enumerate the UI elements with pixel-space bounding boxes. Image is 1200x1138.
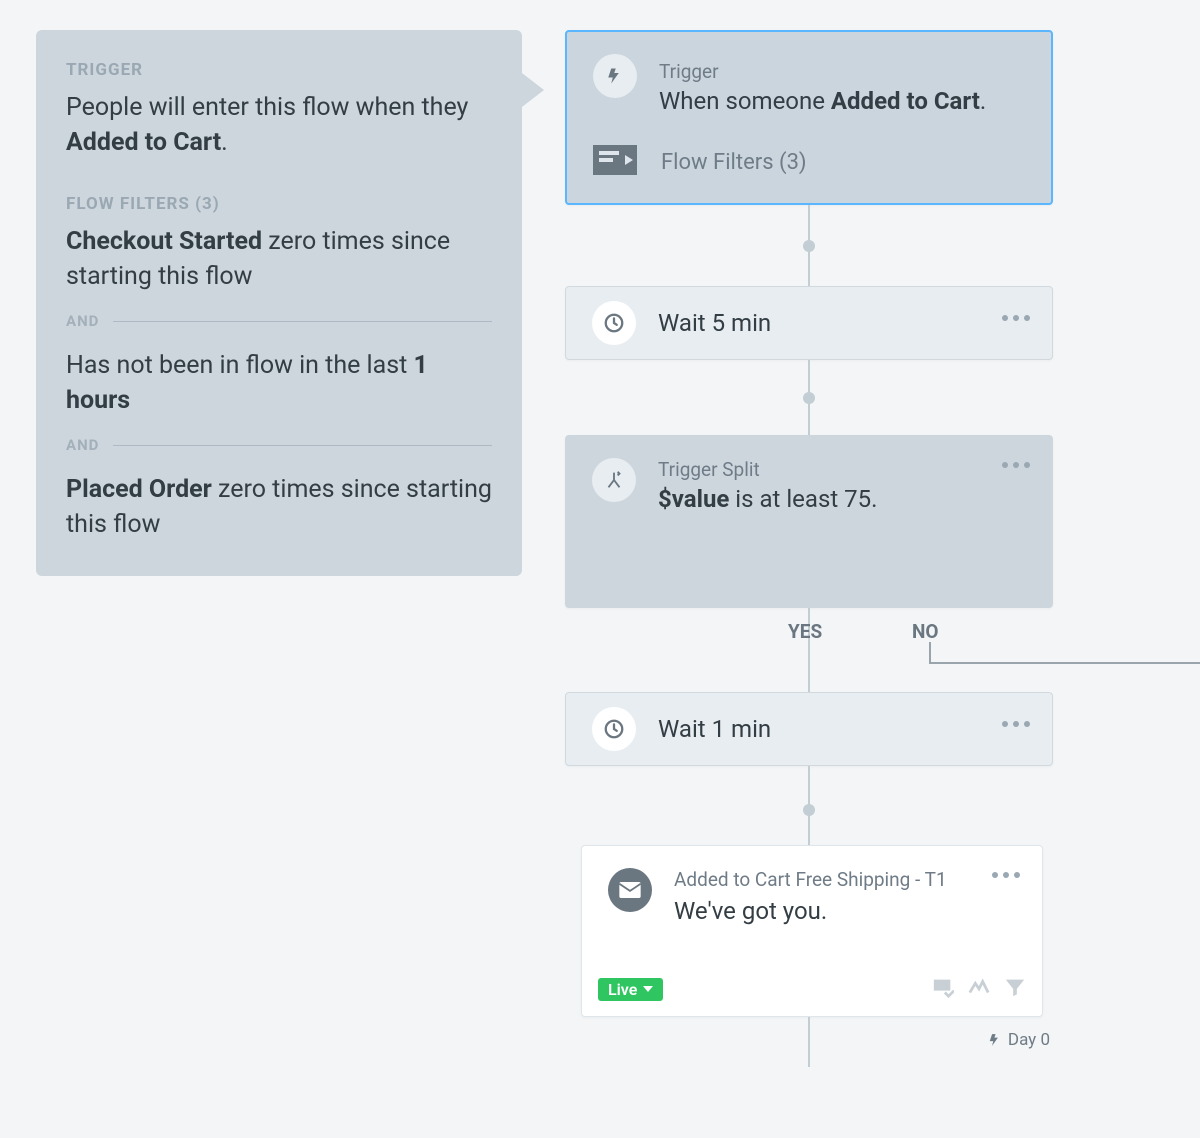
flow-filter-2: Has not been in flow in the last 1 hours [66,348,492,418]
email-icon [608,868,652,912]
wait-step-2[interactable]: Wait 1 min [565,692,1053,766]
trigger-card-label: Trigger [659,60,986,83]
filter-and-1: AND [66,312,492,330]
connector-dot [803,240,815,252]
status-badge[interactable]: Live [598,978,663,1001]
trigger-description: People will enter this flow when they Ad… [66,90,492,160]
flow-filters-label: FLOW FILTERS (3) [66,194,492,214]
branch-yes-label: YES [788,620,822,643]
split-condition: $value is at least 75. [658,485,877,513]
flow-filter-3: Placed Order zero times since starting t… [66,472,492,542]
connector-dot [803,804,815,816]
connector [808,1017,810,1067]
wait-text: Wait 5 min [658,309,1026,337]
split-label: Trigger Split [658,458,877,481]
email-subject: We've got you. [674,897,947,925]
trigger-details-panel: TRIGGER People will enter this flow when… [36,30,522,576]
email-name: Added to Cart Free Shipping - T1 [674,868,947,891]
wait-text: Wait 1 min [658,715,1026,743]
trigger-card[interactable]: Trigger When someone Added to Cart. Flow… [565,30,1053,205]
clock-icon [592,301,636,345]
trigger-split-card[interactable]: Trigger Split $value is at least 75. [565,435,1053,608]
wait-step-1[interactable]: Wait 5 min [565,286,1053,360]
clock-icon [592,707,636,751]
trigger-card-description: When someone Added to Cart. [659,87,986,115]
email-card[interactable]: Added to Cart Free Shipping - T1 We've g… [581,845,1043,1017]
trigger-section-label: TRIGGER [66,60,492,80]
lightning-icon [593,54,637,98]
more-icon[interactable] [1002,462,1030,468]
more-icon[interactable] [1002,721,1030,727]
connector [929,642,931,664]
connector [929,662,1200,664]
flow-filters-icon [593,145,637,179]
filter-icon[interactable] [1004,976,1026,1002]
connector-dot [803,392,815,404]
email-check-icon[interactable] [932,976,954,1002]
split-icon [592,458,636,502]
branch-no-label: NO [912,620,939,643]
flow-filter-1: Checkout Started zero times since starti… [66,224,492,294]
day-marker: Day 0 [988,1030,1050,1050]
more-icon[interactable] [1002,315,1030,321]
flow-filters-count[interactable]: Flow Filters (3) [661,150,807,175]
filter-and-2: AND [66,436,492,454]
more-icon[interactable] [992,872,1020,878]
analytics-icon[interactable] [968,976,990,1002]
